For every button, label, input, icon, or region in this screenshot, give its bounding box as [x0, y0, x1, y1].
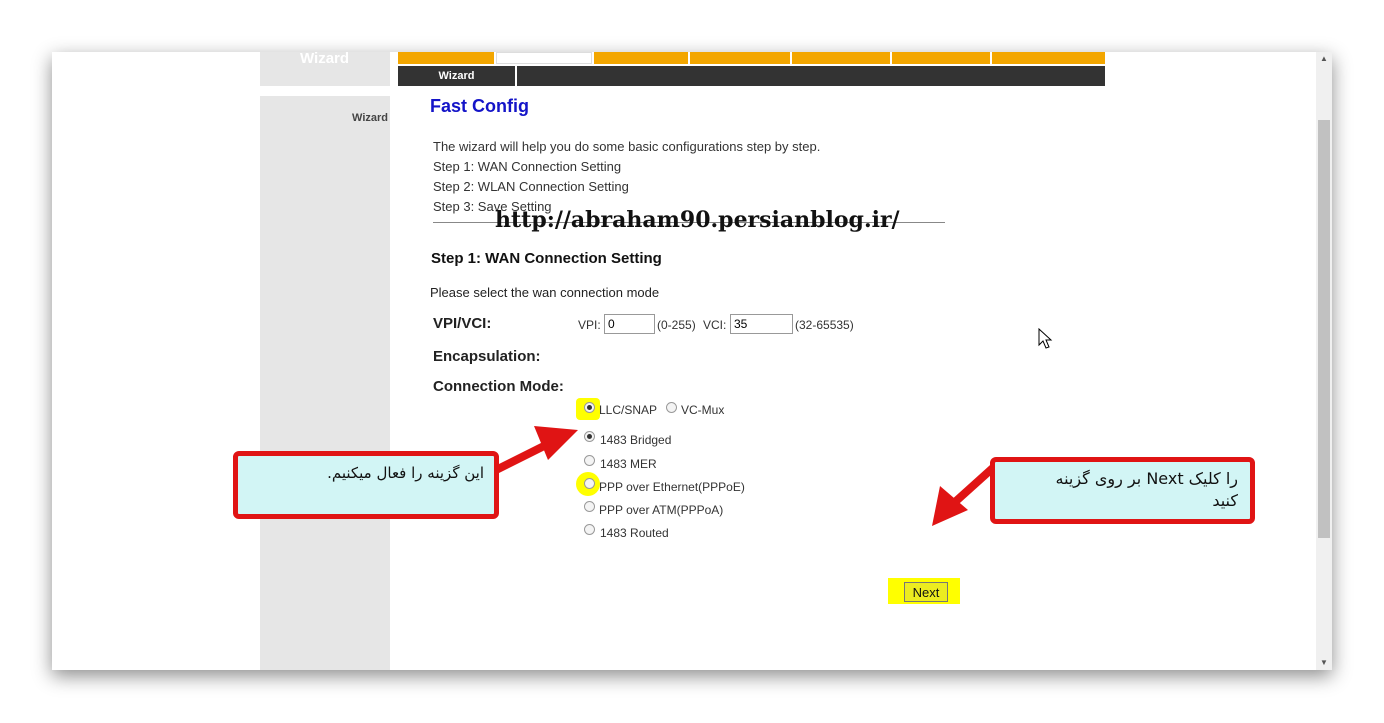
- step-heading: Step 1: WAN Connection Setting: [431, 250, 662, 267]
- encapsulation-llcsnap-label: LLC/SNAP: [599, 403, 658, 417]
- next-button[interactable]: Next: [904, 582, 948, 602]
- encapsulation-vcmux-label: VC-Mux: [681, 403, 725, 417]
- mode-1483-bridged-radio[interactable]: [584, 431, 595, 442]
- left-callout: این گزینه را فعال میکنیم.: [233, 451, 499, 519]
- top-tab[interactable]: [398, 52, 494, 64]
- vpi-range: (0-255): [657, 318, 696, 332]
- encapsulation-label: Encapsulation:: [433, 348, 541, 365]
- page-title: Fast Config: [430, 96, 529, 116]
- subnav-wizard-tab[interactable]: Wizard: [398, 66, 517, 86]
- mode-pppoa-label: PPP over ATM(PPPoA): [599, 503, 724, 517]
- scroll-thumb[interactable]: [1318, 120, 1330, 538]
- vpi-label: VPI:: [578, 318, 601, 332]
- vertical-scrollbar[interactable]: ▲ ▼: [1316, 52, 1332, 670]
- sidebar: Wizard: [260, 96, 390, 670]
- intro-line: The wizard will help you do some basic c…: [433, 139, 821, 154]
- mode-pppoa-radio[interactable]: [584, 501, 595, 512]
- top-tab[interactable]: [594, 52, 688, 64]
- right-callout-line2: کنید: [1212, 491, 1238, 510]
- sub-navigation: Wizard: [398, 66, 1105, 86]
- top-tab[interactable]: [892, 52, 990, 64]
- intro-line: Step 1: WAN Connection Setting: [433, 159, 622, 174]
- mode-pppoe-radio[interactable]: [584, 478, 595, 489]
- intro-text: The wizard will help you do some basic c…: [433, 137, 820, 217]
- encapsulation-llcsnap-radio[interactable]: [584, 402, 595, 413]
- vci-range: (32-65535): [795, 318, 854, 332]
- top-tab[interactable]: [992, 52, 1105, 64]
- logo-area: Wizard: [260, 52, 390, 86]
- mode-pppoe-label: PPP over Ethernet(PPPoE): [599, 480, 745, 494]
- mode-1483-bridged-label: 1483 Bridged: [600, 433, 672, 447]
- encapsulation-vcmux-radio[interactable]: [666, 402, 677, 413]
- sidebar-item-wizard[interactable]: Wizard: [352, 112, 388, 124]
- mode-1483-mer-label: 1483 MER: [600, 457, 657, 471]
- scroll-up-icon[interactable]: ▲: [1319, 54, 1329, 64]
- top-tab[interactable]: [690, 52, 790, 64]
- vpi-input[interactable]: 0: [604, 314, 655, 334]
- logo-title: Wizard: [300, 52, 350, 67]
- scroll-down-icon[interactable]: ▼: [1319, 658, 1329, 668]
- browser-viewport: Wizard Wizard Wizard Fast Config The wiz…: [52, 52, 1332, 670]
- top-nav-tabs: [398, 52, 1105, 64]
- mode-1483-routed-radio[interactable]: [584, 524, 595, 535]
- mouse-cursor-icon: [1038, 328, 1053, 349]
- watermark-url: http://abraham90.persianblog.ir/: [495, 207, 900, 233]
- top-tab-active[interactable]: [496, 52, 592, 64]
- intro-line: Step 2: WLAN Connection Setting: [433, 179, 629, 194]
- select-prompt: Please select the wan connection mode: [430, 285, 660, 300]
- left-callout-text: این گزینه را فعال میکنیم.: [327, 464, 484, 482]
- mode-1483-routed-label: 1483 Routed: [600, 526, 669, 540]
- right-callout: را کلیک Next بر روی گزینه کنید: [990, 457, 1255, 524]
- vci-input[interactable]: 35: [730, 314, 793, 334]
- top-tab[interactable]: [792, 52, 890, 64]
- connection-mode-label: Connection Mode:: [433, 378, 564, 395]
- vpivci-label: VPI/VCI:: [433, 315, 492, 332]
- right-callout-line1: را کلیک Next بر روی گزینه: [1055, 469, 1238, 488]
- mode-1483-mer-radio[interactable]: [584, 455, 595, 466]
- vci-label: VCI:: [703, 318, 727, 332]
